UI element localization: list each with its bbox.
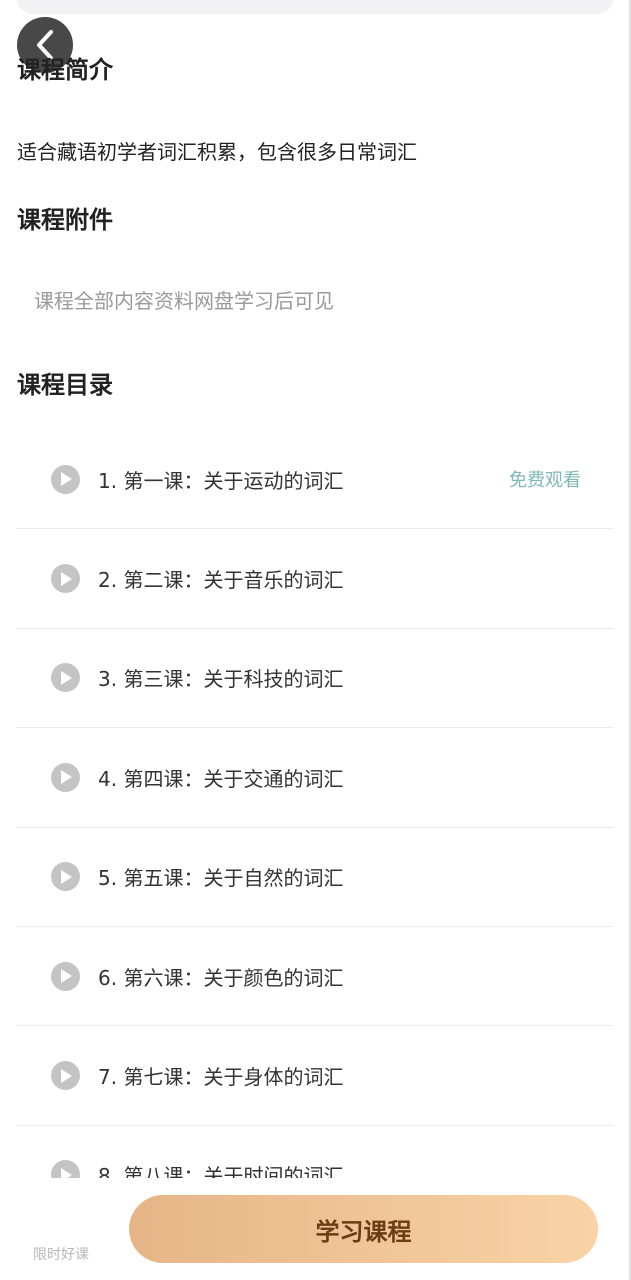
play-icon [51,564,80,594]
play-icon [51,961,80,991]
lesson-row-3[interactable]: 3. 第三课：关于科技的词汇 [16,629,614,729]
lesson-title: 1. 第一课：关于运动的词汇 [98,468,344,493]
lesson-title: 3. 第三课：关于科技的词汇 [98,667,344,692]
lesson-title: 5. 第五课：关于自然的词汇 [98,866,344,891]
play-icon [51,464,80,494]
play-icon [51,663,80,693]
lesson-row-8[interactable]: 8. 第八课：关于时间的词汇 [16,1126,614,1178]
play-icon [51,1061,80,1091]
lesson-row-2[interactable]: 2. 第二课：关于音乐的词汇 [16,529,614,629]
lesson-list: 1. 第一课：关于运动的词汇 免费观看 2. 第二课：关于音乐的词汇 3. 第三… [16,430,614,1178]
free-watch-badge: 免费观看 [509,470,581,492]
intro-heading: 课程简介 [17,56,113,84]
play-icon [51,762,80,792]
catalog-heading: 课程目录 [17,371,113,399]
lesson-row-4[interactable]: 4. 第四课：关于交通的词汇 [16,728,614,828]
study-course-button[interactable]: 学习课程 [129,1195,598,1263]
lesson-row-5[interactable]: 5. 第五课：关于自然的词汇 [16,828,614,927]
play-icon [51,1160,80,1178]
lesson-title: 6. 第六课：关于颜色的词汇 [98,965,344,990]
attachment-heading: 课程附件 [17,206,113,234]
top-card-edge [16,0,614,14]
play-icon [51,862,80,892]
lesson-row-6[interactable]: 6. 第六课：关于颜色的词汇 [16,927,614,1027]
lesson-title: 8. 第八课：关于时间的词汇 [98,1164,344,1178]
lesson-title: 2. 第二课：关于音乐的词汇 [98,568,344,593]
lesson-row-7[interactable]: 7. 第七课：关于身体的词汇 [16,1026,614,1126]
lesson-title: 4. 第四课：关于交通的词汇 [98,766,344,791]
lesson-row-1[interactable]: 1. 第一课：关于运动的词汇 免费观看 [16,430,614,530]
lesson-title: 7. 第七课：关于身体的词汇 [98,1065,344,1090]
intro-text: 适合藏语初学者词汇积累，包含很多日常词汇 [17,140,417,164]
promo-label: 限时好课 [33,1247,89,1263]
attachment-text: 课程全部内容资料网盘学习后可见 [34,289,334,313]
